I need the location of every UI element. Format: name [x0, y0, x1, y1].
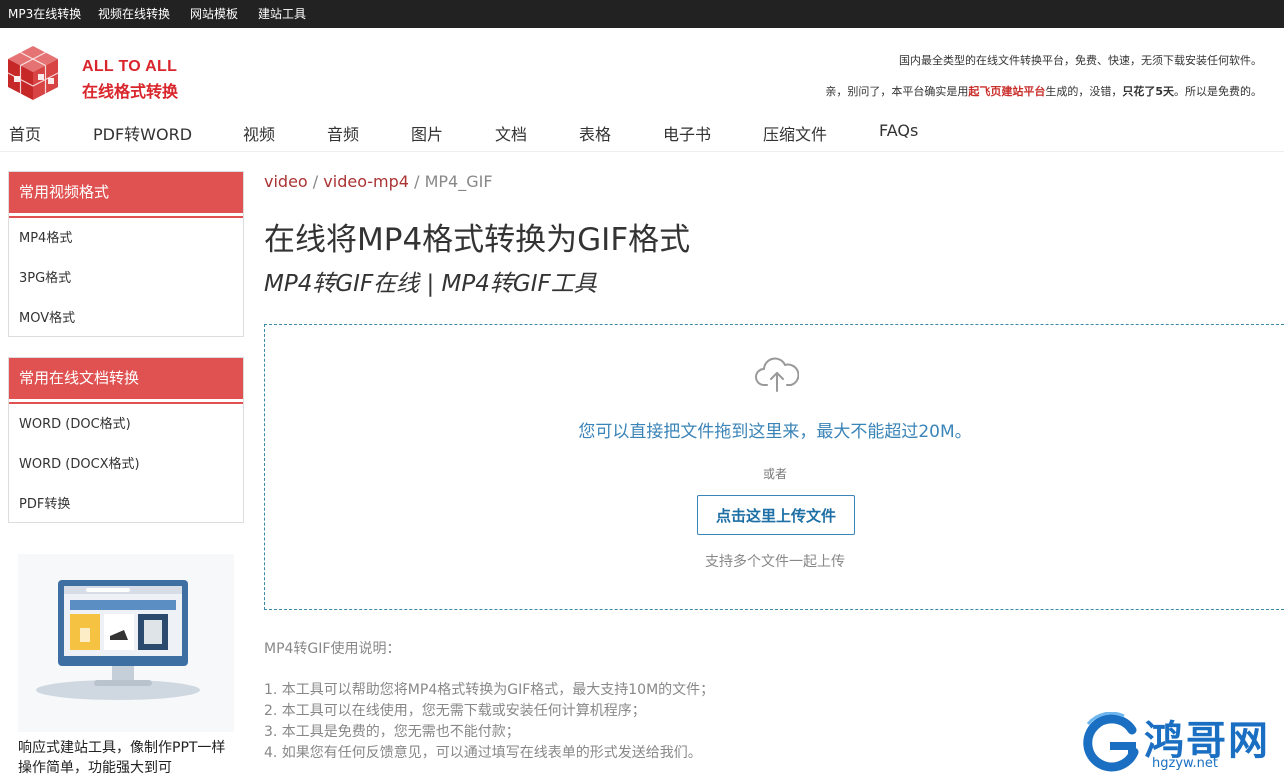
top-bar: MP3在线转换 视频在线转换 网站模板 建站工具: [0, 0, 1284, 28]
topnav-video[interactable]: 视频在线转换: [98, 0, 170, 28]
promo-text[interactable]: 响应式建站工具，像制作PPT一样操作简单，功能强大到可: [18, 738, 238, 778]
watermark: 鸿哥网 hgzyw.net: [1080, 708, 1280, 776]
header-note-link[interactable]: 起飞页建站平台: [968, 85, 1045, 98]
sidebar-item-pdf[interactable]: PDF转换: [9, 485, 243, 525]
sidebar-video-title: 常用视频格式: [9, 172, 243, 216]
nav-document[interactable]: 文档: [495, 121, 527, 145]
watermark-logo-icon: [1083, 712, 1139, 772]
usage-item: 4. 如果您有任何反馈意见，可以通过填写在线表单的形式发送给我们。: [264, 745, 702, 761]
breadcrumb-video-mp4[interactable]: video-mp4: [323, 172, 409, 191]
sidebar-item-docx[interactable]: WORD (DOCX格式): [9, 445, 243, 485]
sidebar-video-formats: 常用视频格式 MP4格式 3PG格式 MOV格式: [8, 171, 244, 337]
drop-zone-multi-note: 支持多个文件一起上传: [705, 554, 845, 570]
sidebar-item-doc[interactable]: WORD (DOC格式): [9, 405, 243, 445]
breadcrumb-video[interactable]: video: [264, 172, 308, 191]
header-note-b: 生成的，没错，: [1045, 85, 1123, 98]
breadcrumb-sep: /: [414, 172, 420, 191]
topnav-tools[interactable]: 建站工具: [258, 0, 306, 28]
nav-pdf-word[interactable]: PDF转WORD: [93, 121, 192, 145]
watermark-url: hgzyw.net: [1152, 756, 1218, 771]
usage-list: 1. 本工具可以帮助您将MP4格式转换为GIF格式，最大支持10M的文件； 2.…: [264, 680, 714, 764]
usage-item: 3. 本工具是免费的，您无需也不能付款；: [264, 724, 520, 740]
nav-archive[interactable]: 压缩文件: [763, 121, 827, 145]
header-note-a: 亲，别问了，本平台确实是用: [825, 85, 969, 98]
nav-home[interactable]: 首页: [9, 121, 41, 145]
nav-spreadsheet[interactable]: 表格: [579, 121, 611, 145]
drop-zone-or: 或者: [762, 467, 787, 481]
brand-name-en: ALL TO ALL: [82, 58, 178, 75]
logo-icon[interactable]: [6, 44, 60, 102]
nav-audio[interactable]: 音频: [327, 121, 359, 145]
nav-faqs[interactable]: FAQs: [879, 121, 918, 140]
header-note-c: 。所以是免费的。: [1174, 85, 1262, 98]
topnav-mp3[interactable]: MP3在线转换: [8, 0, 81, 28]
main-nav: 首页 PDF转WORD 视频 音频 图片 文档 表格 电子书 压缩文件 FAQs: [0, 112, 1284, 152]
file-drop-zone[interactable]: 您可以直接把文件拖到这里来，最大不能超过20M。 或者 点击这里上传文件 支持多…: [264, 324, 1284, 610]
upload-file-button[interactable]: 点击这里上传文件: [697, 495, 855, 535]
header-note-bold: 只花了5天: [1122, 85, 1174, 98]
usage-item: 1. 本工具可以帮助您将MP4格式转换为GIF格式，最大支持10M的文件；: [264, 682, 715, 698]
drop-zone-hint: 您可以直接把文件拖到这里来，最大不能超过20M。: [578, 422, 972, 442]
sidebar-item-mov[interactable]: MOV格式: [9, 299, 243, 339]
sidebar-doc-title: 常用在线文档转换: [9, 358, 243, 402]
cloud-upload-icon: [755, 355, 800, 393]
brand-name-cn: 在线格式转换: [82, 82, 179, 101]
topnav-templates[interactable]: 网站模板: [190, 0, 238, 28]
usage-item: 2. 本工具可以在线使用，您无需下载或安装任何计算机程序；: [264, 703, 646, 719]
breadcrumb: video / video-mp4 / MP4_GIF: [264, 172, 493, 191]
promo-monitor-image[interactable]: [18, 554, 234, 732]
sidebar-item-mp4[interactable]: MP4格式: [9, 219, 243, 259]
breadcrumb-current: MP4_GIF: [424, 172, 493, 191]
breadcrumb-sep: /: [312, 172, 319, 191]
page-title: 在线将MP4格式转换为GIF格式: [264, 222, 691, 258]
sidebar-doc-convert: 常用在线文档转换 WORD (DOC格式) WORD (DOCX格式) PDF转…: [8, 357, 244, 523]
nav-image[interactable]: 图片: [411, 121, 443, 145]
header-tagline: 国内最全类型的在线文件转换平台，免费、快速，无须下载安装任何软件。: [899, 54, 1262, 67]
page-subtitle: MP4转GIF在线 | MP4转GIF工具: [264, 271, 597, 297]
usage-title: MP4转GIF使用说明：: [264, 641, 401, 657]
nav-video[interactable]: 视频: [243, 121, 275, 145]
nav-ebook[interactable]: 电子书: [663, 121, 711, 145]
sidebar-item-3pg[interactable]: 3PG格式: [9, 259, 243, 299]
header-note: 亲，别问了，本平台确实是用起飞页建站平台生成的，没错，只花了5天。所以是免费的。: [825, 83, 1262, 99]
